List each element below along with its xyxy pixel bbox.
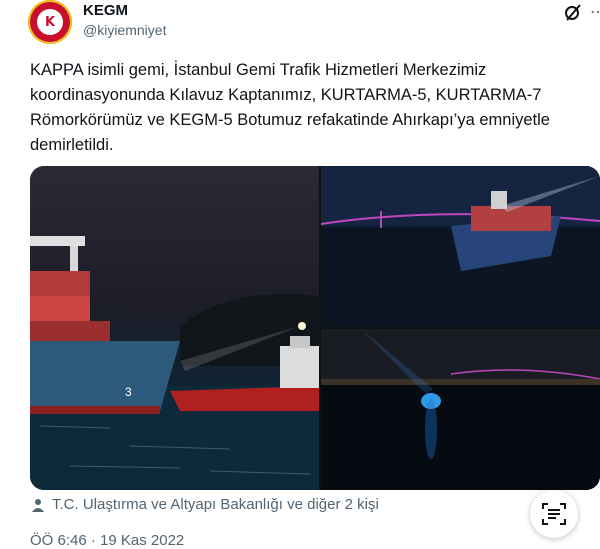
scan-text-button[interactable] bbox=[530, 490, 578, 538]
photo-ship-tug[interactable]: 3 bbox=[30, 166, 319, 490]
person-icon bbox=[32, 499, 44, 512]
author-handle[interactable]: @kiyiemniyet bbox=[83, 22, 166, 38]
timestamp[interactable]: ÖÖ 6:46 · 19 Kas 2022 bbox=[30, 532, 184, 549]
scan-text-icon bbox=[542, 503, 566, 525]
more-icon[interactable]: ⋯ bbox=[590, 2, 600, 22]
author-name[interactable]: KEGM bbox=[83, 2, 128, 19]
grok-icon[interactable] bbox=[563, 3, 583, 23]
hull-number: 3 bbox=[125, 385, 132, 399]
kegm-emblem-icon: K bbox=[37, 9, 63, 35]
tweet-text: KAPPA isimli gemi, İstanbul Gemi Trafik … bbox=[30, 61, 555, 154]
photo-ship-bridge[interactable] bbox=[321, 166, 600, 327]
avatar[interactable]: K bbox=[28, 0, 72, 44]
photo-night-boat[interactable] bbox=[321, 329, 600, 490]
tagged-users[interactable]: T.C. Ulaştırma ve Altyapı Bakanlığı ve d… bbox=[52, 496, 379, 513]
media-grid[interactable]: 3 bbox=[30, 166, 600, 490]
